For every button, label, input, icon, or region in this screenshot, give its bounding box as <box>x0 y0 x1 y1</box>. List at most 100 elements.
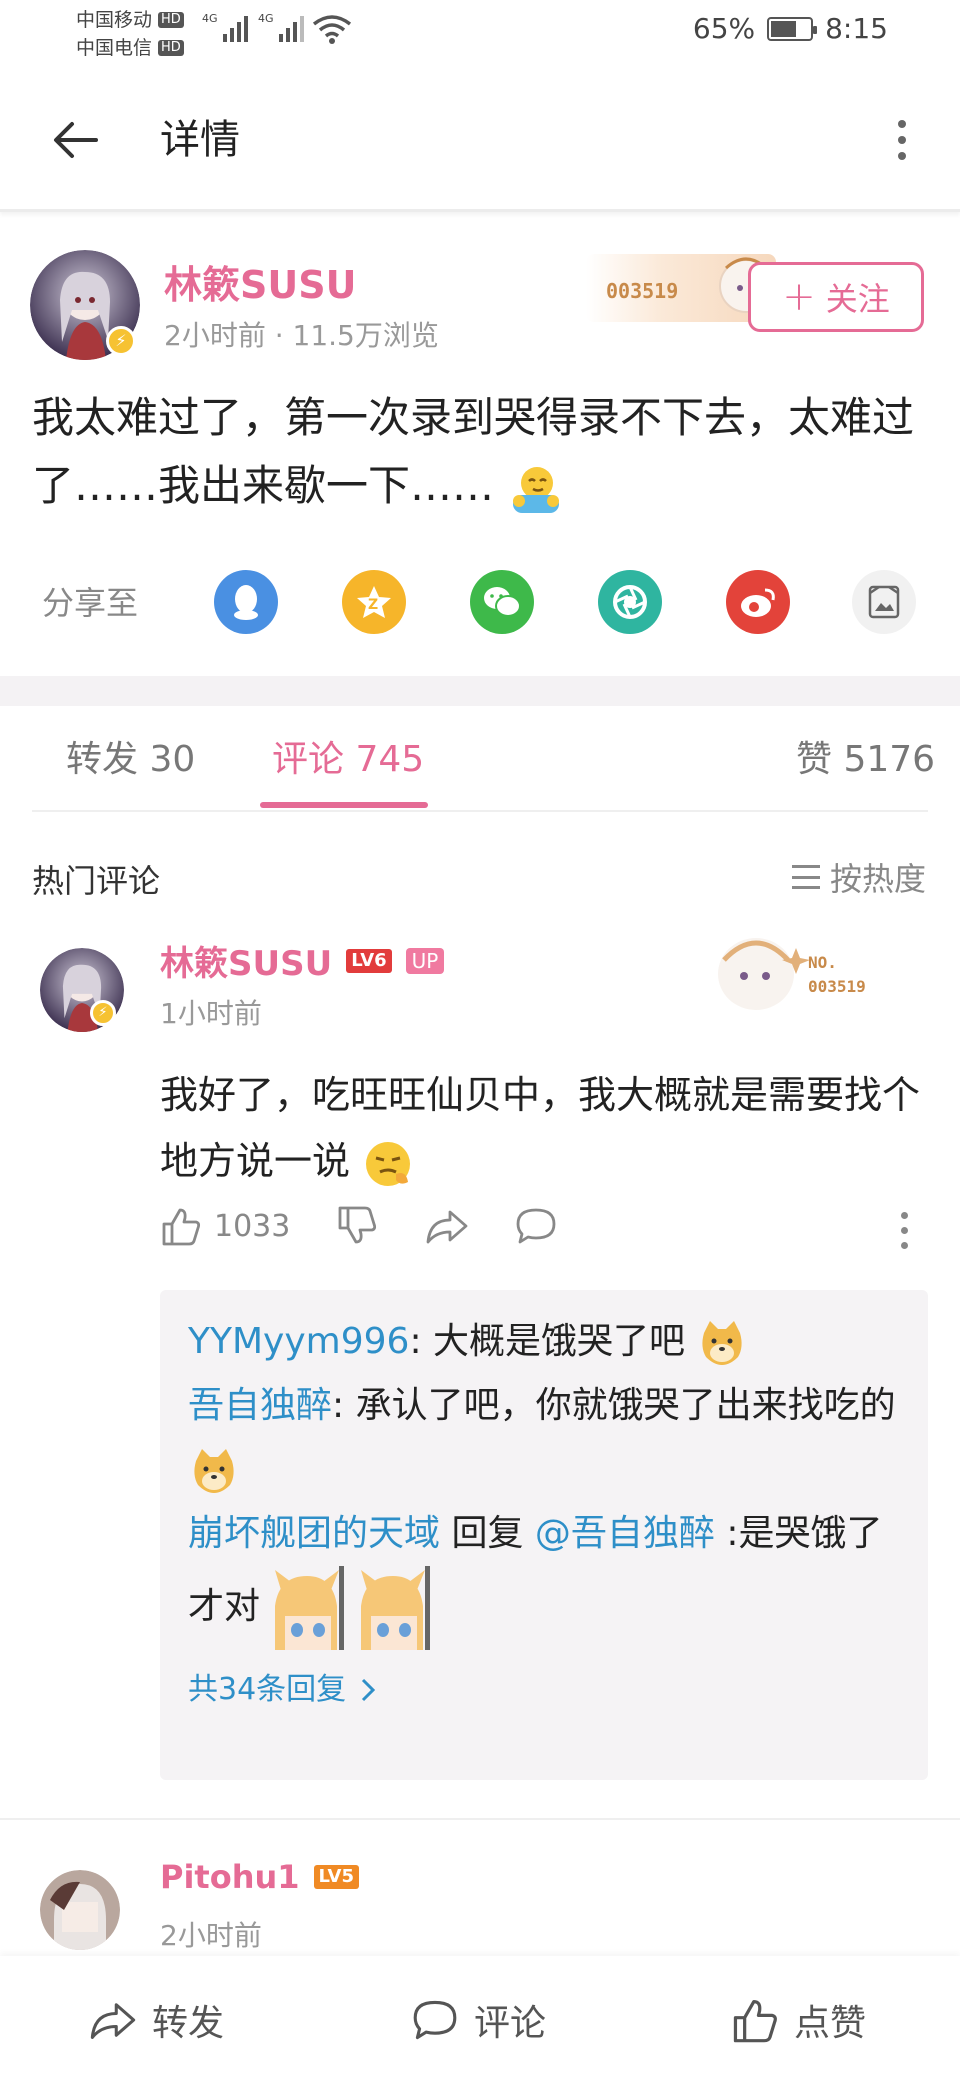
hot-comments-title: 热门评论 <box>32 862 161 900</box>
share-label: 分享至 <box>42 584 139 622</box>
tab-likes[interactable]: 赞 5176 <box>796 730 935 782</box>
sort-label: 按热度 <box>829 860 926 898</box>
dislike-button[interactable] <box>336 1206 378 1246</box>
bottom-repost-button[interactable]: 转发 <box>88 1994 224 2046</box>
clock: 8:15 <box>825 12 888 45</box>
status-bar: 中国移动 HD 中国电信 HD 4G 4G 65% 8:15 <box>0 0 960 68</box>
comment-more-icon[interactable] <box>898 1212 910 1252</box>
reply-text: 承认了吧，你就饿哭了出来找吃的 <box>355 1385 896 1426</box>
active-tab-indicator <box>260 802 428 808</box>
reply-item: 崩坏舰团的天域 回复 @吾自独醉 :是哭饿了才对 <box>188 1502 900 1650</box>
doge-emoji-icon <box>702 1321 743 1365</box>
thumbs-up-icon <box>162 1208 201 1246</box>
hug-emoji-icon <box>513 466 560 513</box>
qzone-icon[interactable]: Z <box>342 570 406 634</box>
fan-number-decoration: NO. 003519 <box>718 938 866 1010</box>
tab-comments[interactable]: 评论 745 <box>272 730 424 782</box>
poster-icon[interactable] <box>852 570 916 634</box>
plus-icon: + <box>782 274 816 320</box>
reply-preview-box[interactable]: YYMyym996: 大概是饿哭了吧 吾自独醉: 承认了吧，你就饿哭了出来找吃的… <box>160 1290 928 1780</box>
carrier-2: 中国电信 <box>76 37 153 59</box>
reply-sep: : <box>714 1513 739 1554</box>
post-meta: 2小时前 · 11.5万浏览 <box>164 319 439 352</box>
bottom-like-button[interactable]: 点赞 <box>730 1994 866 2046</box>
page-title: 详情 <box>160 117 240 163</box>
like-count: 1033 <box>214 1208 291 1244</box>
bottom-repost-label: 转发 <box>152 2003 225 2044</box>
carrier-info: 中国移动 HD 中国电信 HD <box>76 6 184 62</box>
battery-percent: 65% <box>692 12 756 45</box>
chevron-right-icon <box>362 1678 376 1702</box>
anime-sticker-icon <box>360 1566 430 1650</box>
comment-author[interactable]: Pitohu1 LV5 <box>160 1858 359 1896</box>
sort-by-hot-button[interactable]: 按热度 <box>791 854 926 900</box>
comment-text: 我好了，吃旺旺仙贝中，我大概就是需要找个地方说一说 <box>160 1062 940 1194</box>
anime-sticker-icon <box>275 1566 345 1650</box>
reply-item: YYMyym996: 大概是饿哭了吧 <box>188 1310 900 1374</box>
comment-time: 2小时前 <box>160 1919 262 1952</box>
post-text-content: 我太难过了，第一次录到哭得录不下去，太难过了……我出来歇一下…… <box>32 393 915 510</box>
comment-avatar[interactable] <box>40 1870 120 1950</box>
back-arrow-icon[interactable] <box>48 112 104 168</box>
thumbs-down-icon <box>338 1206 377 1244</box>
wifi-icon <box>312 15 352 44</box>
thumbs-up-icon <box>733 1999 777 2043</box>
tab-repost[interactable]: 转发 30 <box>66 730 195 782</box>
bottom-like-label: 点赞 <box>794 2003 867 2044</box>
comment-bubble-icon <box>516 1208 556 1244</box>
moments-icon[interactable] <box>598 570 662 634</box>
bottom-comment-button[interactable]: 评论 <box>410 1994 546 2046</box>
bottom-action-bar: 转发 评论 点赞 <box>0 1956 960 2080</box>
reply-item: 吾自独醉: 承认了吧，你就饿哭了出来找吃的 <box>188 1374 900 1502</box>
deco-number: 003519 <box>808 977 866 996</box>
comment-text-content: 我好了，吃旺旺仙贝中，我大概就是需要找个地方说一说 <box>160 1073 921 1183</box>
reply-author[interactable]: YYMyym996 <box>188 1321 409 1362</box>
signal-icon-1: 4G <box>202 12 248 42</box>
reply-author[interactable]: 崩坏舰团的天域 <box>188 1513 440 1554</box>
reply-sep: : <box>332 1385 356 1426</box>
level-badge: LV5 <box>313 1865 359 1889</box>
signal-icon-2: 4G <box>258 12 304 42</box>
like-button[interactable]: 1033 <box>160 1206 290 1246</box>
tab-divider <box>32 810 928 812</box>
reply-comment-button[interactable] <box>514 1206 558 1246</box>
reply-text: 大概是饿哭了吧 <box>433 1321 686 1362</box>
hd-badge-1: HD <box>158 12 184 28</box>
carrier-1: 中国移动 <box>76 9 153 31</box>
status-right: 65% 8:15 <box>693 12 888 45</box>
comment-time: 1小时前 <box>160 997 262 1030</box>
comment-divider <box>0 1818 960 1820</box>
section-gap <box>0 676 960 706</box>
comment-bubble-icon <box>413 2000 457 2040</box>
reply-word: 回复 <box>440 1513 535 1554</box>
reply-author[interactable]: 吾自独醉 <box>188 1385 332 1426</box>
post-author-name[interactable]: 林簌SUSU <box>164 254 356 309</box>
up-badge: UP <box>405 947 445 974</box>
wechat-icon[interactable] <box>470 570 534 634</box>
share-arrow-icon <box>426 1210 468 1244</box>
follow-label: 关注 <box>825 280 890 318</box>
weibo-icon[interactable] <box>726 570 790 634</box>
verified-badge-icon: ⚡ <box>106 326 136 356</box>
post-text: 我太难过了，第一次录到哭得录不下去，太难过了……我出来歇一下…… <box>32 384 932 520</box>
doge-emoji-icon <box>194 1449 234 1493</box>
deco-no: NO. <box>808 953 837 972</box>
follow-button[interactable]: + 关注 <box>748 262 924 332</box>
more-options-icon[interactable] <box>892 116 912 164</box>
reply-sep: : <box>409 1321 434 1362</box>
battery-icon <box>767 16 818 41</box>
thinking-emoji-icon <box>366 1141 411 1186</box>
reply-mention[interactable]: @吾自独醉 <box>535 1513 715 1554</box>
app-bar: 详情 <box>0 68 960 212</box>
share-comment-button[interactable] <box>424 1206 470 1246</box>
bottom-comment-label: 评论 <box>474 2003 547 2044</box>
hd-badge-2: HD <box>158 40 184 56</box>
qq-icon[interactable] <box>214 570 278 634</box>
level-badge: LV6 <box>346 948 392 973</box>
comment-author[interactable]: 林簌SUSU LV6 UP <box>160 936 445 985</box>
view-all-replies-link[interactable]: 共34条回复 <box>188 1658 900 1722</box>
verified-badge-icon: ⚡ <box>90 1000 116 1026</box>
comment-author-name[interactable]: 林簌SUSU <box>160 936 332 985</box>
comment-author-name[interactable]: Pitohu1 <box>160 1858 300 1896</box>
sort-icon <box>791 865 820 889</box>
